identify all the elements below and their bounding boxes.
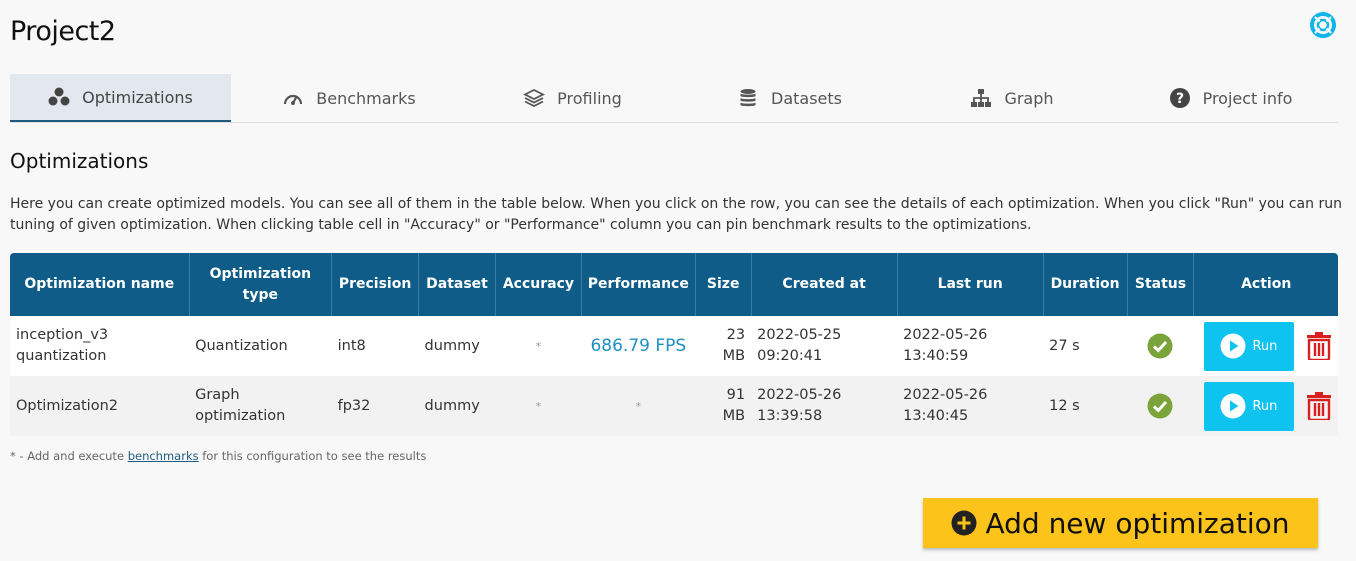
- tab-label: Datasets: [771, 88, 842, 108]
- plus-circle-icon: [951, 510, 977, 536]
- tab-label: Benchmarks: [316, 88, 416, 108]
- cell-accuracy[interactable]: *: [495, 376, 582, 436]
- column-header-action: Action: [1193, 253, 1338, 316]
- tab-label: Optimizations: [82, 87, 193, 107]
- cell-dataset: dummy: [418, 316, 496, 376]
- run-button-label: Run: [1252, 398, 1278, 414]
- cell-accuracy[interactable]: *: [495, 316, 582, 376]
- trash-icon[interactable]: [1306, 332, 1332, 360]
- column-header-created[interactable]: Created at: [750, 253, 898, 316]
- tab-profiling[interactable]: Profiling: [467, 74, 678, 122]
- question-circle-icon: ?: [1169, 87, 1191, 109]
- add-new-optimization-button[interactable]: Add new optimization: [923, 498, 1318, 548]
- table-footnote: * - Add and execute benchmarks for this …: [10, 449, 426, 463]
- table-header-row: Optimization name Optimization type Prec…: [10, 253, 1338, 316]
- tab-optimizations[interactable]: Optimizations: [10, 74, 231, 122]
- column-header-size[interactable]: Size: [694, 253, 752, 316]
- column-header-performance[interactable]: Performance: [580, 253, 696, 316]
- cell-performance[interactable]: *: [581, 376, 696, 436]
- cell-size: 91 MB: [695, 376, 752, 436]
- play-circle-icon: [1220, 393, 1246, 419]
- tab-datasets[interactable]: Datasets: [678, 74, 901, 122]
- database-icon: [737, 87, 759, 109]
- cell-created: 2022-05-26 13:39:58: [751, 376, 898, 436]
- cell-size: 23 MB: [695, 316, 752, 376]
- cell-performance[interactable]: 686.79 FPS: [581, 316, 696, 376]
- tab-benchmarks[interactable]: Benchmarks: [231, 74, 467, 122]
- run-button[interactable]: Run: [1203, 321, 1294, 371]
- cell-duration: 12 s: [1043, 376, 1128, 436]
- column-header-name[interactable]: Optimization name: [10, 253, 190, 316]
- cell-created: 2022-05-25 09:20:41: [751, 316, 898, 376]
- column-header-type[interactable]: Optimization type: [188, 253, 332, 316]
- optimizations-table: Optimization name Optimization type Prec…: [10, 253, 1338, 436]
- cell-name: Optimization2: [10, 376, 190, 436]
- cell-type: Graph optimization: [189, 376, 332, 436]
- cell-precision: fp32: [331, 376, 419, 436]
- check-circle-icon: [1147, 333, 1173, 359]
- tab-project-info[interactable]: ? Project info: [1123, 74, 1338, 122]
- optimizations-icon: [48, 86, 70, 108]
- cell-dataset: dummy: [418, 376, 496, 436]
- footnote-suffix: for this configuration to see the result…: [202, 449, 427, 463]
- column-header-precision[interactable]: Precision: [331, 253, 419, 316]
- section-title: Optimizations: [10, 149, 149, 173]
- cell-action: Run: [1193, 376, 1338, 436]
- sitemap-icon: [970, 87, 992, 109]
- add-button-label: Add new optimization: [985, 506, 1290, 540]
- run-button-label: Run: [1252, 338, 1278, 354]
- table-row[interactable]: inception_v3 quantization Quantization i…: [10, 316, 1338, 376]
- cell-last-run: 2022-05-26 13:40:59: [897, 316, 1044, 376]
- run-button[interactable]: Run: [1203, 381, 1294, 431]
- layers-icon: [523, 87, 546, 109]
- page-title: Project2: [10, 16, 116, 47]
- column-header-status[interactable]: Status: [1126, 253, 1194, 316]
- footnote-prefix: * - Add and execute: [10, 449, 125, 463]
- column-header-duration[interactable]: Duration: [1042, 253, 1128, 316]
- tab-label: Project info: [1202, 88, 1293, 108]
- cell-last-run: 2022-05-26 13:40:45: [897, 376, 1044, 436]
- tab-label: Graph: [1004, 88, 1054, 108]
- cell-name: inception_v3 quantization: [10, 316, 190, 376]
- svg-text:?: ?: [1176, 91, 1184, 107]
- cell-status: [1127, 376, 1194, 436]
- tab-bar: Optimizations Benchmarks Profiling Datas…: [10, 74, 1338, 123]
- cell-duration: 27 s: [1043, 316, 1128, 376]
- cell-type: Quantization: [189, 316, 332, 376]
- cell-status: [1127, 316, 1194, 376]
- column-header-dataset[interactable]: Dataset: [418, 253, 496, 316]
- cell-action: Run: [1193, 316, 1338, 376]
- check-circle-icon: [1147, 393, 1173, 419]
- speedometer-icon: [282, 87, 304, 109]
- benchmarks-link[interactable]: benchmarks: [128, 449, 199, 463]
- tab-label: Profiling: [557, 88, 622, 108]
- cell-precision: int8: [331, 316, 419, 376]
- column-header-accuracy[interactable]: Accuracy: [494, 253, 582, 316]
- play-circle-icon: [1220, 333, 1246, 359]
- section-description: Here you can create optimized models. Yo…: [10, 196, 1342, 233]
- lifebuoy-icon[interactable]: [1310, 12, 1336, 38]
- tab-graph[interactable]: Graph: [901, 74, 1123, 122]
- column-header-last-run[interactable]: Last run: [896, 253, 1044, 316]
- trash-icon[interactable]: [1306, 392, 1332, 420]
- table-row[interactable]: Optimization2 Graph optimization fp32 du…: [10, 376, 1338, 436]
